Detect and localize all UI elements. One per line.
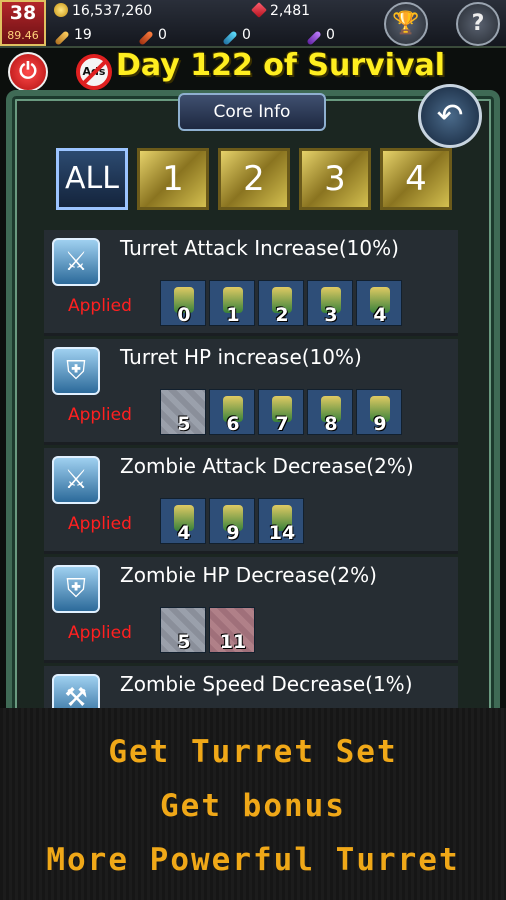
turret-number: 0 [177,304,191,326]
turret-slot[interactable]: 7 [258,389,304,435]
turret-number: 8 [324,413,338,435]
turret-slot[interactable]: 3 [307,280,353,326]
coin-icon [54,3,68,17]
turret-slot[interactable]: 9 [356,389,402,435]
gem-counter: 2,481 [251,2,311,19]
gem-amount: 2,481 [270,3,311,19]
filter-1[interactable]: 1 [137,148,209,210]
turret-number: 11 [219,631,247,653]
item-amount-4: 0 [326,27,335,43]
turret-number: 9 [373,413,387,435]
turret-number: 4 [177,522,191,544]
item-counter-3: 0 [222,27,251,46]
item-amount-3: 0 [242,27,251,43]
turret-slot[interactable]: 0 [160,280,206,326]
help-button[interactable]: ? [456,2,500,46]
power-icon: ⏻ [19,59,37,84]
trophy-icon: 🏆 [392,11,420,36]
turret-slot[interactable]: 6 [209,389,255,435]
back-button[interactable]: ↶ [418,84,482,148]
turret-number: 3 [324,304,338,326]
core-row[interactable]: ⚔ Zombie Attack Decrease(2%) Applied 4 9… [44,448,458,554]
coin-amount: 16,537,260 [72,3,153,19]
cyan-dart-icon [222,30,238,46]
turret-slot[interactable]: 5 [160,389,206,435]
level-progress: 89.46 [7,29,39,42]
core-title: Zombie Speed Decrease(1%) [120,672,413,696]
broken-shield-icon: ⛨ [52,565,100,613]
crossed-swords-icon: ⚔ [52,238,100,286]
core-title: Turret HP increase(10%) [120,345,362,369]
item-counter-2: 0 [138,27,167,46]
top-status-bar: 38 89.46 16,537,260 2,481 19 0 0 0 🏆 ? [0,0,506,48]
yellow-dart-icon [54,30,70,46]
core-row[interactable]: ⚒ Zombie Speed Decrease(1%) [44,666,458,708]
turret-slot[interactable]: 4 [160,498,206,544]
promo-line-1: Get Turret Set [108,734,398,770]
filter-3[interactable]: 3 [299,148,371,210]
turret-slot[interactable]: 1 [209,280,255,326]
turret-number: 4 [373,304,387,326]
day-survival-title: Day 122 of Survival [116,48,446,83]
core-title: Zombie Attack Decrease(2%) [120,454,414,478]
applied-status: Applied [68,405,132,425]
turret-number: 9 [226,522,240,544]
turret-number: 14 [268,522,296,544]
no-ads-button[interactable]: Ads [72,54,116,92]
back-arrow-icon: ↶ [436,96,464,134]
turret-number: 5 [177,631,191,653]
applied-status: Applied [68,623,132,643]
filter-2[interactable]: 2 [218,148,290,210]
player-level: 38 [9,2,37,24]
turret-number: 2 [275,304,289,326]
power-button[interactable]: ⏻ [8,52,48,92]
shield-icon: ⛨ [52,347,100,395]
item-counter-1: 19 [54,27,92,46]
core-row[interactable]: ⚔ Turret Attack Increase(10%) Applied 0 … [44,230,458,336]
core-info-tab[interactable]: Core Info [178,93,326,131]
gem-icon [251,2,267,18]
turret-slot[interactable]: 5 [160,607,206,653]
applied-status: Applied [68,514,132,534]
slow-foot-icon: ⚒ [52,674,100,708]
promo-banner: Get Turret Set Get bonus More Powerful T… [0,708,506,900]
turret-number: 7 [275,413,289,435]
filter-all[interactable]: ALL [56,148,128,210]
turret-slot[interactable]: 9 [209,498,255,544]
broken-sword-icon: ⚔ [52,456,100,504]
turret-slot[interactable]: 11 [209,607,255,653]
core-row[interactable]: ⛨ Zombie HP Decrease(2%) Applied 5 11 [44,557,458,663]
player-level-badge: 38 89.46 [0,0,46,46]
core-list[interactable]: ⚔ Turret Attack Increase(10%) Applied 0 … [44,230,458,708]
item-amount-1: 19 [74,27,92,43]
item-counter-4: 0 [306,27,335,46]
orange-dart-icon [138,30,154,46]
core-title: Zombie HP Decrease(2%) [120,563,377,587]
applied-status: Applied [68,296,132,316]
core-row[interactable]: ⛨ Turret HP increase(10%) Applied 5 6 7 … [44,339,458,445]
turret-number: 1 [226,304,240,326]
turret-slot[interactable]: 4 [356,280,402,326]
turret-slot[interactable]: 8 [307,389,353,435]
turret-number: 5 [177,413,191,435]
item-amount-2: 0 [158,27,167,43]
promo-line-3: More Powerful Turret [46,842,460,878]
filter-bar: ALL 1 2 3 4 [46,148,460,212]
trophy-button[interactable]: 🏆 [384,2,428,46]
filter-4[interactable]: 4 [380,148,452,210]
purple-dart-icon [306,30,322,46]
coin-counter: 16,537,260 [54,3,152,19]
turret-slot[interactable]: 14 [258,498,304,544]
core-title: Turret Attack Increase(10%) [120,236,399,260]
turret-number: 6 [226,413,240,435]
promo-line-2: Get bonus [160,788,346,824]
help-icon: ? [471,11,485,36]
turret-slot[interactable]: 2 [258,280,304,326]
